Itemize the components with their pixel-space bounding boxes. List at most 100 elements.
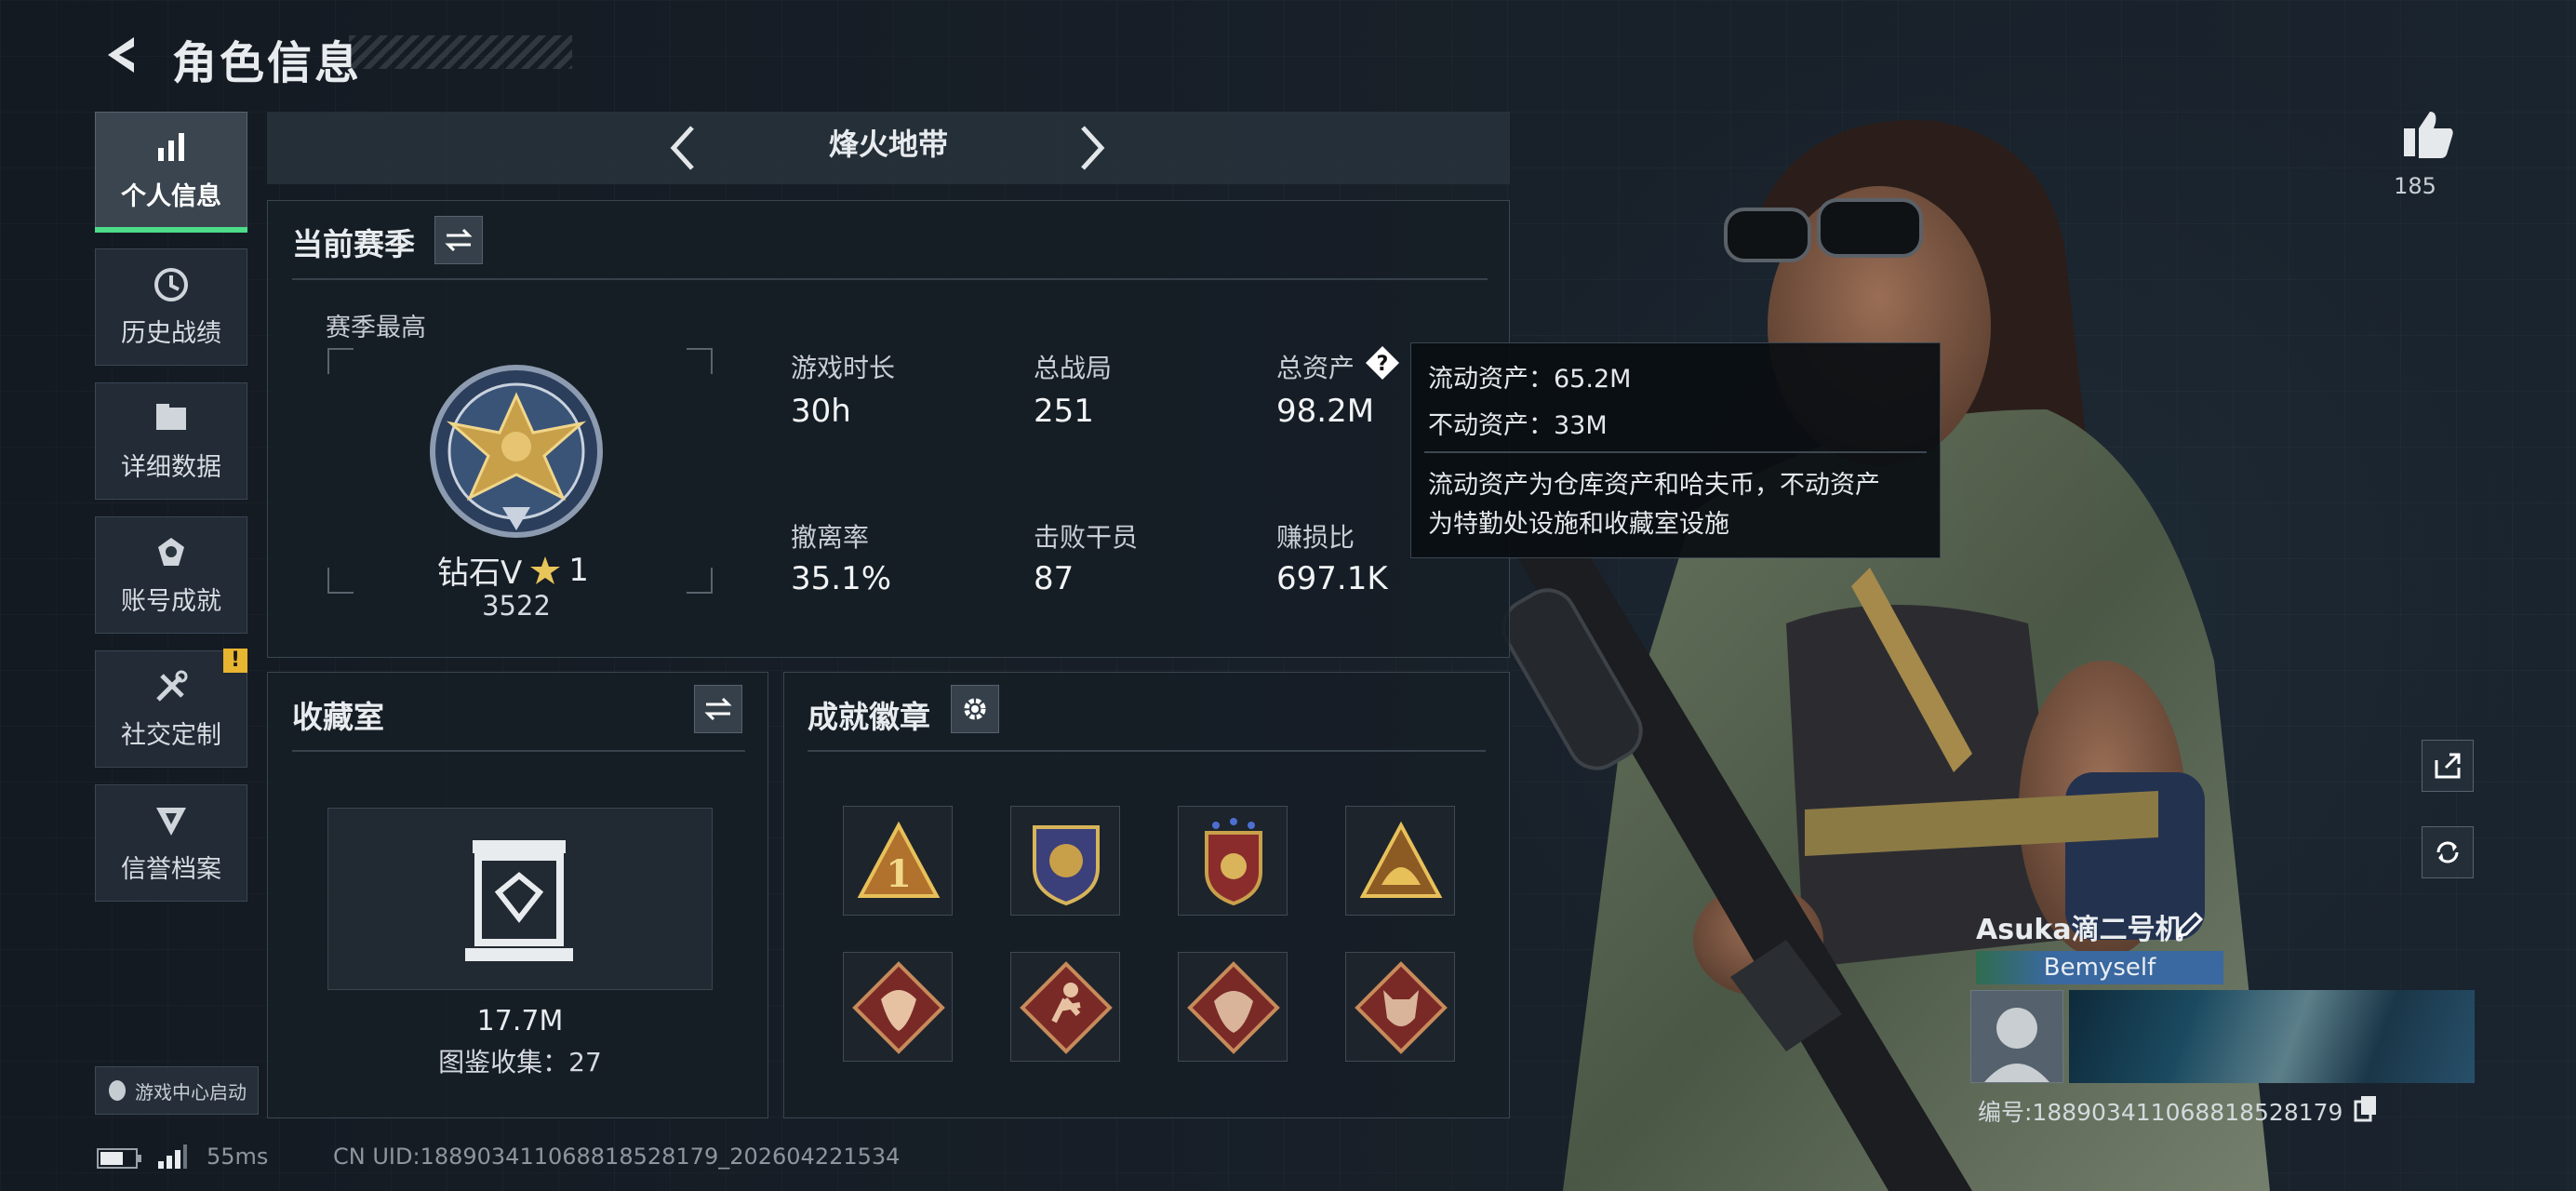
- frame-corner: [687, 568, 713, 594]
- star-icon: [530, 555, 561, 584]
- beast-badge-icon: [852, 961, 945, 1054]
- title-decoration: [349, 35, 572, 69]
- dragon-badge-icon: [1187, 961, 1280, 1054]
- svg-text:1: 1: [886, 852, 912, 896]
- game-center-label: 游戏中心启动: [135, 1080, 247, 1104]
- nav-label: 社交定制: [121, 720, 221, 750]
- nav-label: 详细数据: [121, 452, 221, 482]
- avatar-image: [1971, 991, 2062, 1082]
- achievement-badge[interactable]: [1010, 952, 1120, 1062]
- frame-corner: [327, 348, 354, 374]
- achievement-badge[interactable]: [1178, 952, 1288, 1062]
- season-switch-button[interactable]: [434, 216, 483, 264]
- share-icon: [2435, 753, 2461, 779]
- achievements-settings-button[interactable]: [951, 685, 999, 733]
- tooltip-divider: [1424, 451, 1927, 453]
- folder-icon: [156, 403, 186, 430]
- frame-corner: [687, 348, 713, 374]
- thumbs-up-icon[interactable]: [2400, 108, 2456, 160]
- stat-label: 撤离率: [791, 522, 870, 553]
- achievements-title: 成就徽章: [808, 699, 930, 735]
- mode-title: 烽火地带: [828, 127, 948, 162]
- penguin-icon: [109, 1080, 126, 1101]
- stat-label: 总资产: [1276, 353, 1355, 383]
- player-title-tag: Bemyself: [1976, 951, 2223, 984]
- tools-icon: [156, 670, 188, 702]
- stat-value: 98.2M: [1276, 393, 1375, 430]
- help-button[interactable]: ?: [1364, 344, 1401, 381]
- stat-value: 35.1%: [791, 560, 892, 597]
- signal-icon: [158, 1144, 187, 1169]
- runner-badge-icon: [1020, 961, 1113, 1054]
- collection-preview[interactable]: [327, 808, 713, 990]
- alert-badge: !: [223, 649, 247, 673]
- achievement-badge[interactable]: [1178, 806, 1288, 916]
- swap-icon: [445, 228, 473, 252]
- nav-item-achievements[interactable]: 账号成就: [95, 516, 247, 634]
- nav-label: 信誉档案: [121, 854, 221, 884]
- star-shield-badge-icon: [1205, 818, 1262, 906]
- tooltip-fixed-assets: 不动资产：33M: [1428, 411, 1608, 440]
- stat-value: 697.1K: [1276, 560, 1388, 597]
- swap-icon: [704, 697, 732, 721]
- stat-value: 251: [1034, 393, 1094, 430]
- season-divider: [292, 278, 1488, 280]
- achievement-badge[interactable]: 1: [843, 806, 953, 916]
- display-case-icon: [465, 840, 573, 961]
- like-count: 185: [2394, 173, 2436, 199]
- crest-badge-icon: [1033, 825, 1100, 906]
- gear-icon: [964, 698, 986, 720]
- nav-item-detail-data[interactable]: 详细数据: [95, 382, 247, 500]
- nav-item-credit-record[interactable]: 信誉档案: [95, 784, 247, 902]
- player-avatar[interactable]: [1970, 990, 2063, 1083]
- svg-text:?: ?: [1377, 353, 1389, 376]
- wolf-badge-icon: [1355, 961, 1448, 1054]
- rank-emblem-icon: [430, 365, 603, 538]
- uid-text: CN UID:188903411068818528179_20260422153…: [333, 1144, 901, 1170]
- stat-label: 赚损比: [1276, 522, 1355, 553]
- medal-icon: [158, 537, 184, 566]
- stat-label: 总战局: [1034, 353, 1113, 383]
- collection-title: 收藏室: [292, 699, 384, 735]
- copy-icon[interactable]: [2354, 1094, 2378, 1122]
- ping-text: 55ms: [207, 1144, 269, 1170]
- refresh-icon: [2436, 841, 2459, 863]
- refresh-button[interactable]: [2422, 826, 2474, 878]
- achievement-badge[interactable]: [843, 952, 953, 1062]
- bar-chart-icon: [158, 132, 184, 161]
- frame-corner: [327, 568, 354, 594]
- rank-one-badge-icon: 1: [857, 821, 941, 898]
- achievement-badge[interactable]: [1010, 806, 1120, 916]
- tooltip-desc-line1: 流动资产为仓库资产和哈夫币，不动资产: [1428, 471, 1880, 500]
- share-button[interactable]: [2422, 740, 2474, 792]
- stat-value: 87: [1034, 560, 1074, 597]
- edit-name-icon[interactable]: [2175, 910, 2205, 940]
- rank-row: 钻石V 1: [437, 547, 589, 593]
- game-center-launch-button[interactable]: 游戏中心启动: [95, 1066, 259, 1115]
- nav-item-history[interactable]: 历史战绩: [95, 248, 247, 366]
- nav-label: 账号成就: [121, 586, 221, 616]
- collection-count: 图鉴收集：27: [438, 1047, 602, 1077]
- stat-value: 30h: [791, 393, 851, 430]
- assets-tooltip: 流动资产：65.2M 不动资产：33M 流动资产为仓库资产和哈夫币，不动资产 为…: [1410, 342, 1941, 558]
- player-banner[interactable]: [2069, 990, 2475, 1083]
- collection-divider: [292, 750, 745, 752]
- collection-value: 17.7M: [476, 1005, 564, 1037]
- achievement-badge[interactable]: [1345, 806, 1455, 916]
- rank-name: 钻石V: [437, 555, 523, 592]
- chevron-right-icon[interactable]: [1079, 124, 1107, 172]
- collection-switch-button[interactable]: [694, 685, 742, 733]
- shield-icon: [156, 807, 186, 836]
- page-title: 角色信息: [172, 37, 363, 89]
- nav-label: 个人信息: [121, 181, 221, 211]
- nav-item-personal-info[interactable]: 个人信息: [95, 112, 247, 229]
- back-arrow-icon[interactable]: [100, 32, 147, 78]
- stat-label: 游戏时长: [791, 353, 896, 383]
- achievement-badge[interactable]: [1345, 952, 1455, 1062]
- battery-icon: [97, 1148, 141, 1169]
- rank-stars: 1: [568, 551, 589, 589]
- helmet-badge-icon: [1359, 821, 1443, 898]
- achievements-divider: [808, 750, 1486, 752]
- rank-score: 3522: [482, 590, 551, 622]
- player-id: 编号:188903411068818528179: [1978, 1099, 2343, 1126]
